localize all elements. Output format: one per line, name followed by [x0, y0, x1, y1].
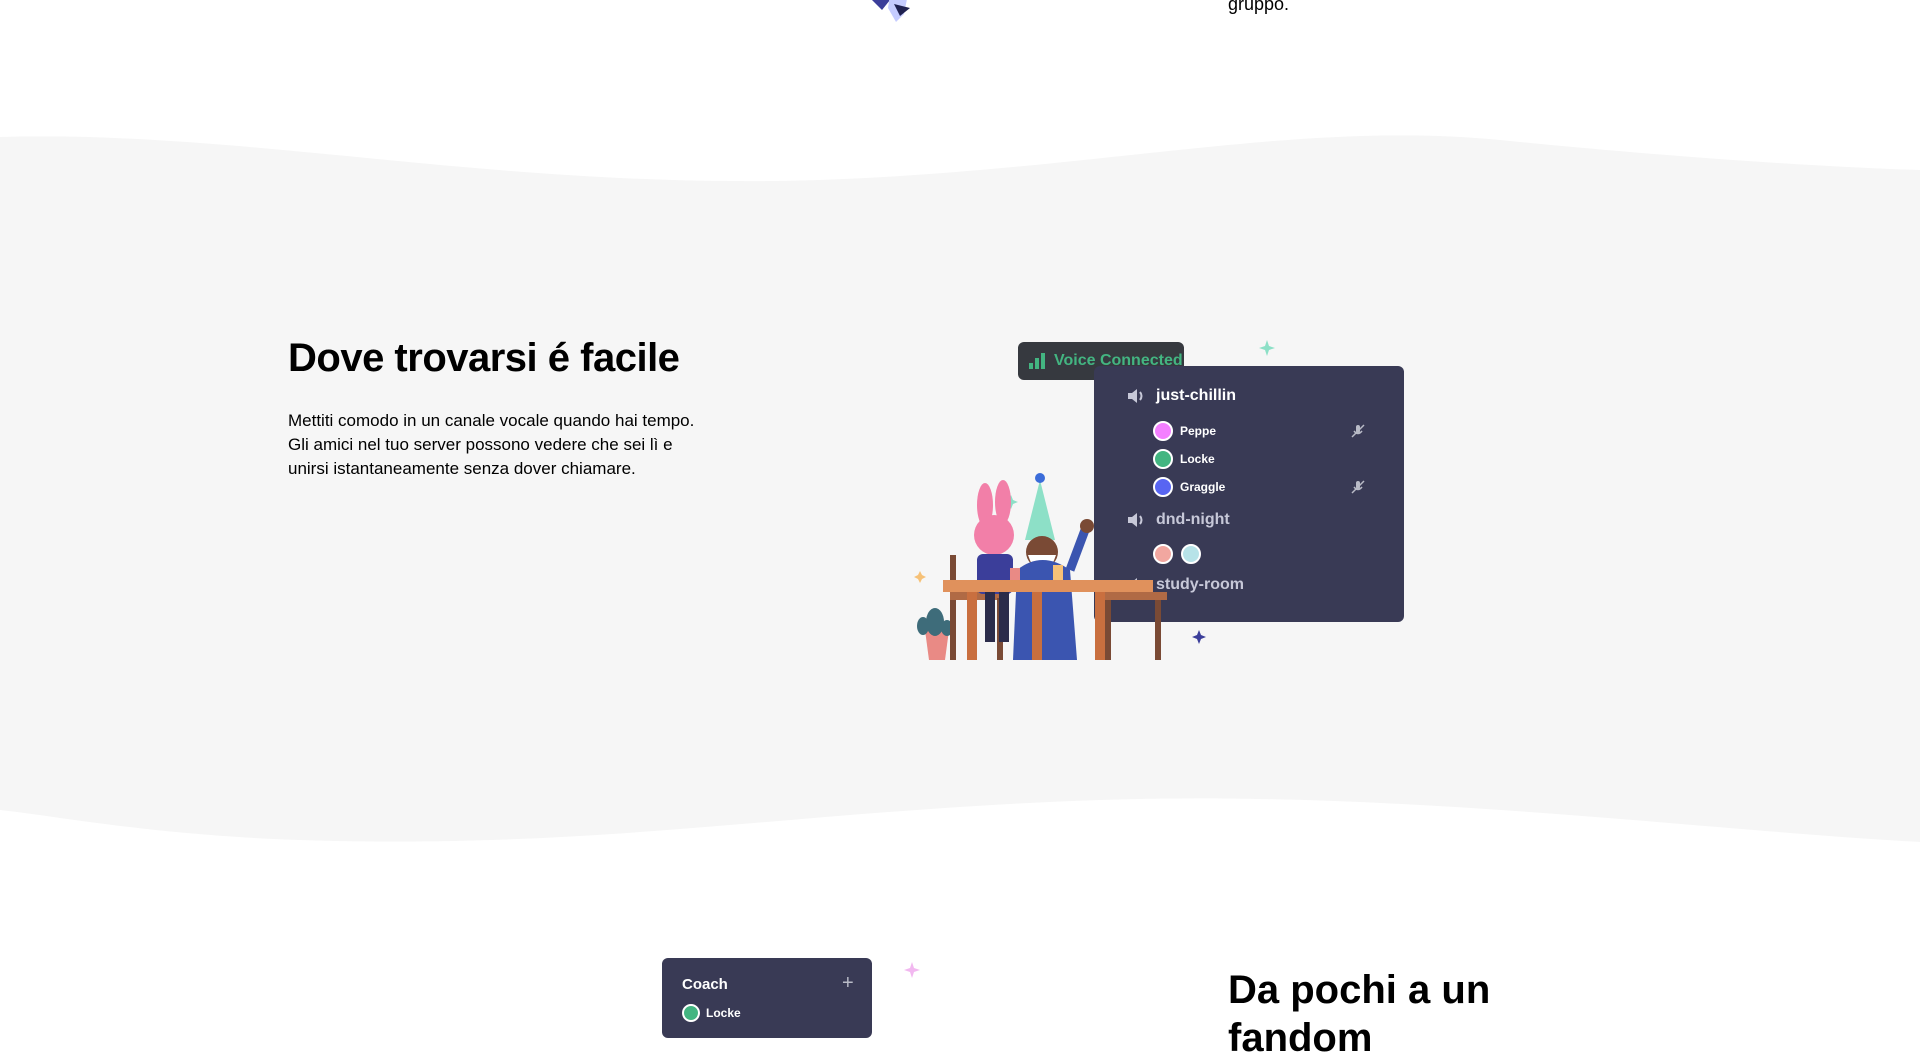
avatar [1181, 544, 1201, 564]
muted-mic-icon [1351, 480, 1365, 494]
voice-user-peppe[interactable]: Peppe [1153, 421, 1216, 441]
card-title: Coach [682, 976, 728, 993]
user-name: Peppe [1180, 424, 1217, 438]
user-name: Locke [1180, 452, 1215, 466]
muted-mic-icon [1351, 424, 1365, 438]
avatar [1153, 544, 1173, 564]
signal-icon [1029, 353, 1045, 369]
voice-user-graggle[interactable]: Graggle [1153, 477, 1225, 497]
channel-dnd-night[interactable]: dnd-night [1126, 511, 1230, 529]
section-description: Mettiti comodo in un canale vocale quand… [288, 411, 695, 478]
bottom-section-title: Da pochi a un fandom [1228, 968, 1491, 1060]
channel-study-room[interactable]: study-room [1126, 576, 1244, 594]
channel-name: study-room [1156, 576, 1244, 593]
background-band [0, 135, 1920, 842]
card-user-locke[interactable]: Locke [682, 1004, 741, 1022]
speaker-icon [1128, 389, 1143, 403]
speaker-icon [1128, 513, 1143, 527]
channel-name: just-chillin [1156, 387, 1236, 404]
avatar [1153, 477, 1173, 497]
section-title: Dove trovarsi é facile [288, 336, 680, 380]
character-illustration [872, 0, 910, 22]
channel-name: dnd-night [1156, 511, 1230, 528]
voice-user-locke[interactable]: Locke [1153, 449, 1215, 469]
user-name: Graggle [1180, 480, 1226, 494]
top-text: gruppo. [1228, 0, 1290, 14]
user-name: Locke [706, 1006, 741, 1020]
avatar [682, 1004, 700, 1022]
plus-icon[interactable]: + [842, 972, 854, 995]
speaker-icon [1128, 578, 1143, 592]
sparkle-icon [904, 962, 920, 978]
voice-channel-panel: just-chillin Peppe Locke Graggle dnd-nig… [1094, 366, 1404, 622]
coach-channel-card: Coach + Locke [662, 958, 872, 1038]
avatar [1153, 421, 1173, 441]
avatar [1153, 449, 1173, 469]
channel-just-chillin[interactable]: just-chillin [1126, 387, 1236, 405]
